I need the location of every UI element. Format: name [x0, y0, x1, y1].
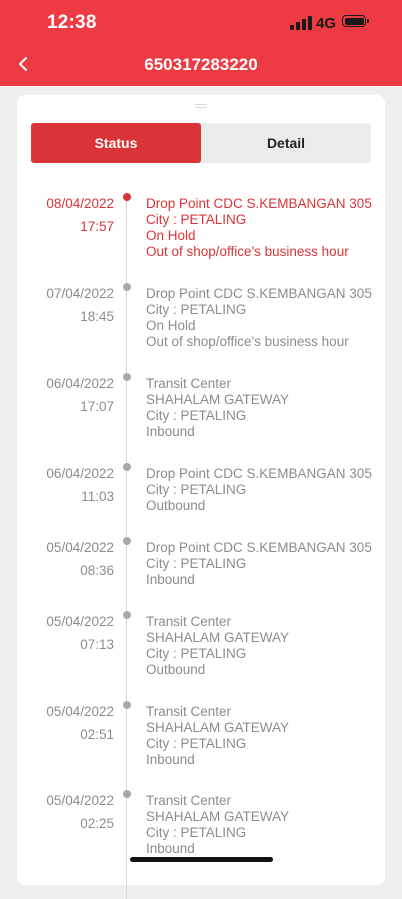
- entry-date: 05/04/2022: [46, 540, 114, 555]
- timeline-dot: [123, 611, 131, 619]
- entry-detail-line: Drop Point CDC S.KEMBANGAN 305: [146, 286, 372, 301]
- timeline-dot: [123, 283, 131, 291]
- app-header: 12:38 4G 650317283220: [0, 0, 402, 86]
- entry-time: 07:13: [80, 637, 114, 652]
- entry-detail-line: Outbound: [146, 498, 206, 513]
- entry-details: Transit Center SHAHALAM GATEWAY City : PET…: [146, 614, 289, 678]
- entry-time: 02:51: [80, 727, 114, 742]
- entry-detail-line: On Hold: [146, 228, 196, 243]
- entry-detail-line: City : PETALING: [146, 408, 247, 423]
- entry-detail-line: Inbound: [146, 572, 195, 587]
- timeline-dot: [123, 373, 131, 381]
- network-type: 4G: [316, 15, 337, 32]
- entry-detail-line: Transit Center: [146, 704, 232, 719]
- entry-date: 05/04/2022: [46, 614, 114, 629]
- entry-time: 17:07: [80, 399, 114, 414]
- status-time: 12:38: [47, 12, 97, 33]
- page-title: 650317283220: [144, 55, 258, 74]
- entry-detail-line: Outbound: [146, 662, 206, 677]
- entry-details: Drop Point CDC S.KEMBANGAN 305 City : PET…: [146, 286, 372, 350]
- entry-details: Drop Point CDC S.KEMBANGAN 305 City : PET…: [146, 540, 372, 588]
- tab-detail[interactable]: Detail: [201, 123, 371, 163]
- entry-date: 08/04/2022: [46, 196, 114, 211]
- entry-detail-line: Out of shop/office's business hour: [146, 334, 349, 349]
- drag-handle[interactable]: [195, 104, 207, 108]
- entry-detail-line: City : PETALING: [146, 646, 247, 661]
- entry-detail-line: Drop Point CDC S.KEMBANGAN 305: [146, 196, 372, 211]
- battery-icon: [342, 15, 366, 27]
- entry-time: 02:25: [80, 816, 114, 831]
- entry-detail-line: SHAHALAM GATEWAY: [146, 720, 290, 735]
- entry-date: 06/04/2022: [46, 466, 114, 481]
- entry-detail-line: Transit Center: [146, 614, 232, 629]
- entry-details: Transit Center SHAHALAM GATEWAY City : PET…: [146, 376, 289, 440]
- timeline-dot: [123, 463, 131, 471]
- entry-detail-line: Inbound: [146, 424, 195, 439]
- entry-detail-line: City : PETALING: [146, 302, 247, 317]
- signal-icon: [290, 16, 312, 30]
- entry-detail-line: City : PETALING: [146, 825, 247, 840]
- timeline-dot: [123, 193, 131, 201]
- entry-date: 05/04/2022: [46, 793, 114, 808]
- status-bar: 12:38 4G: [0, 0, 402, 46]
- entry-detail-line: City : PETALING: [146, 482, 247, 497]
- entry-date: 05/04/2022: [46, 704, 114, 719]
- entry-time: 17:57: [80, 219, 114, 234]
- entry-detail-line: SHAHALAM GATEWAY: [146, 630, 290, 645]
- entry-detail-line: Drop Point CDC S.KEMBANGAN 305: [146, 540, 372, 555]
- battery-tip: [367, 19, 369, 23]
- entry-detail-line: City : PETALING: [146, 556, 247, 571]
- entry-date: 07/04/2022: [46, 286, 114, 301]
- entry-details: Drop Point CDC S.KEMBANGAN 305 City : PET…: [146, 466, 372, 514]
- entry-time: 08:36: [80, 563, 114, 578]
- entry-date: 06/04/2022: [46, 376, 114, 391]
- entry-details: Transit Center SHAHALAM GATEWAY City : PET…: [146, 704, 289, 768]
- entry-detail-line: On Hold: [146, 318, 196, 333]
- tab-bar: Status Detail: [31, 123, 371, 163]
- tracking-card: Status Detail 08/04/2022 17:57 Drop Point …: [17, 95, 385, 899]
- timeline-dot: [123, 790, 131, 798]
- entry-detail-line: Inbound: [146, 841, 195, 856]
- entry-details: Transit Center SHAHALAM GATEWAY City : PET…: [146, 793, 289, 857]
- entry-detail-line: Transit Center: [146, 793, 232, 808]
- tab-status[interactable]: Status: [31, 123, 201, 163]
- timeline-dot: [123, 701, 131, 709]
- timeline-dot: [123, 537, 131, 545]
- entry-detail-line: Inbound: [146, 752, 195, 767]
- entry-detail-line: Drop Point CDC S.KEMBANGAN 305: [146, 466, 372, 481]
- entry-detail-line: Transit Center: [146, 376, 232, 391]
- home-indicator: [130, 857, 273, 862]
- entry-time: 11:03: [81, 489, 114, 504]
- entry-detail-line: City : PETALING: [146, 212, 247, 227]
- entry-detail-line: City : PETALING: [146, 736, 247, 751]
- entry-time: 18:45: [80, 309, 114, 324]
- entry-detail-line: SHAHALAM GATEWAY: [146, 809, 290, 824]
- entry-detail-line: SHAHALAM GATEWAY: [146, 392, 290, 407]
- entry-details: Drop Point CDC S.KEMBANGAN 305 City : PET…: [146, 196, 372, 260]
- entry-detail-line: Out of shop/office's business hour: [146, 244, 349, 259]
